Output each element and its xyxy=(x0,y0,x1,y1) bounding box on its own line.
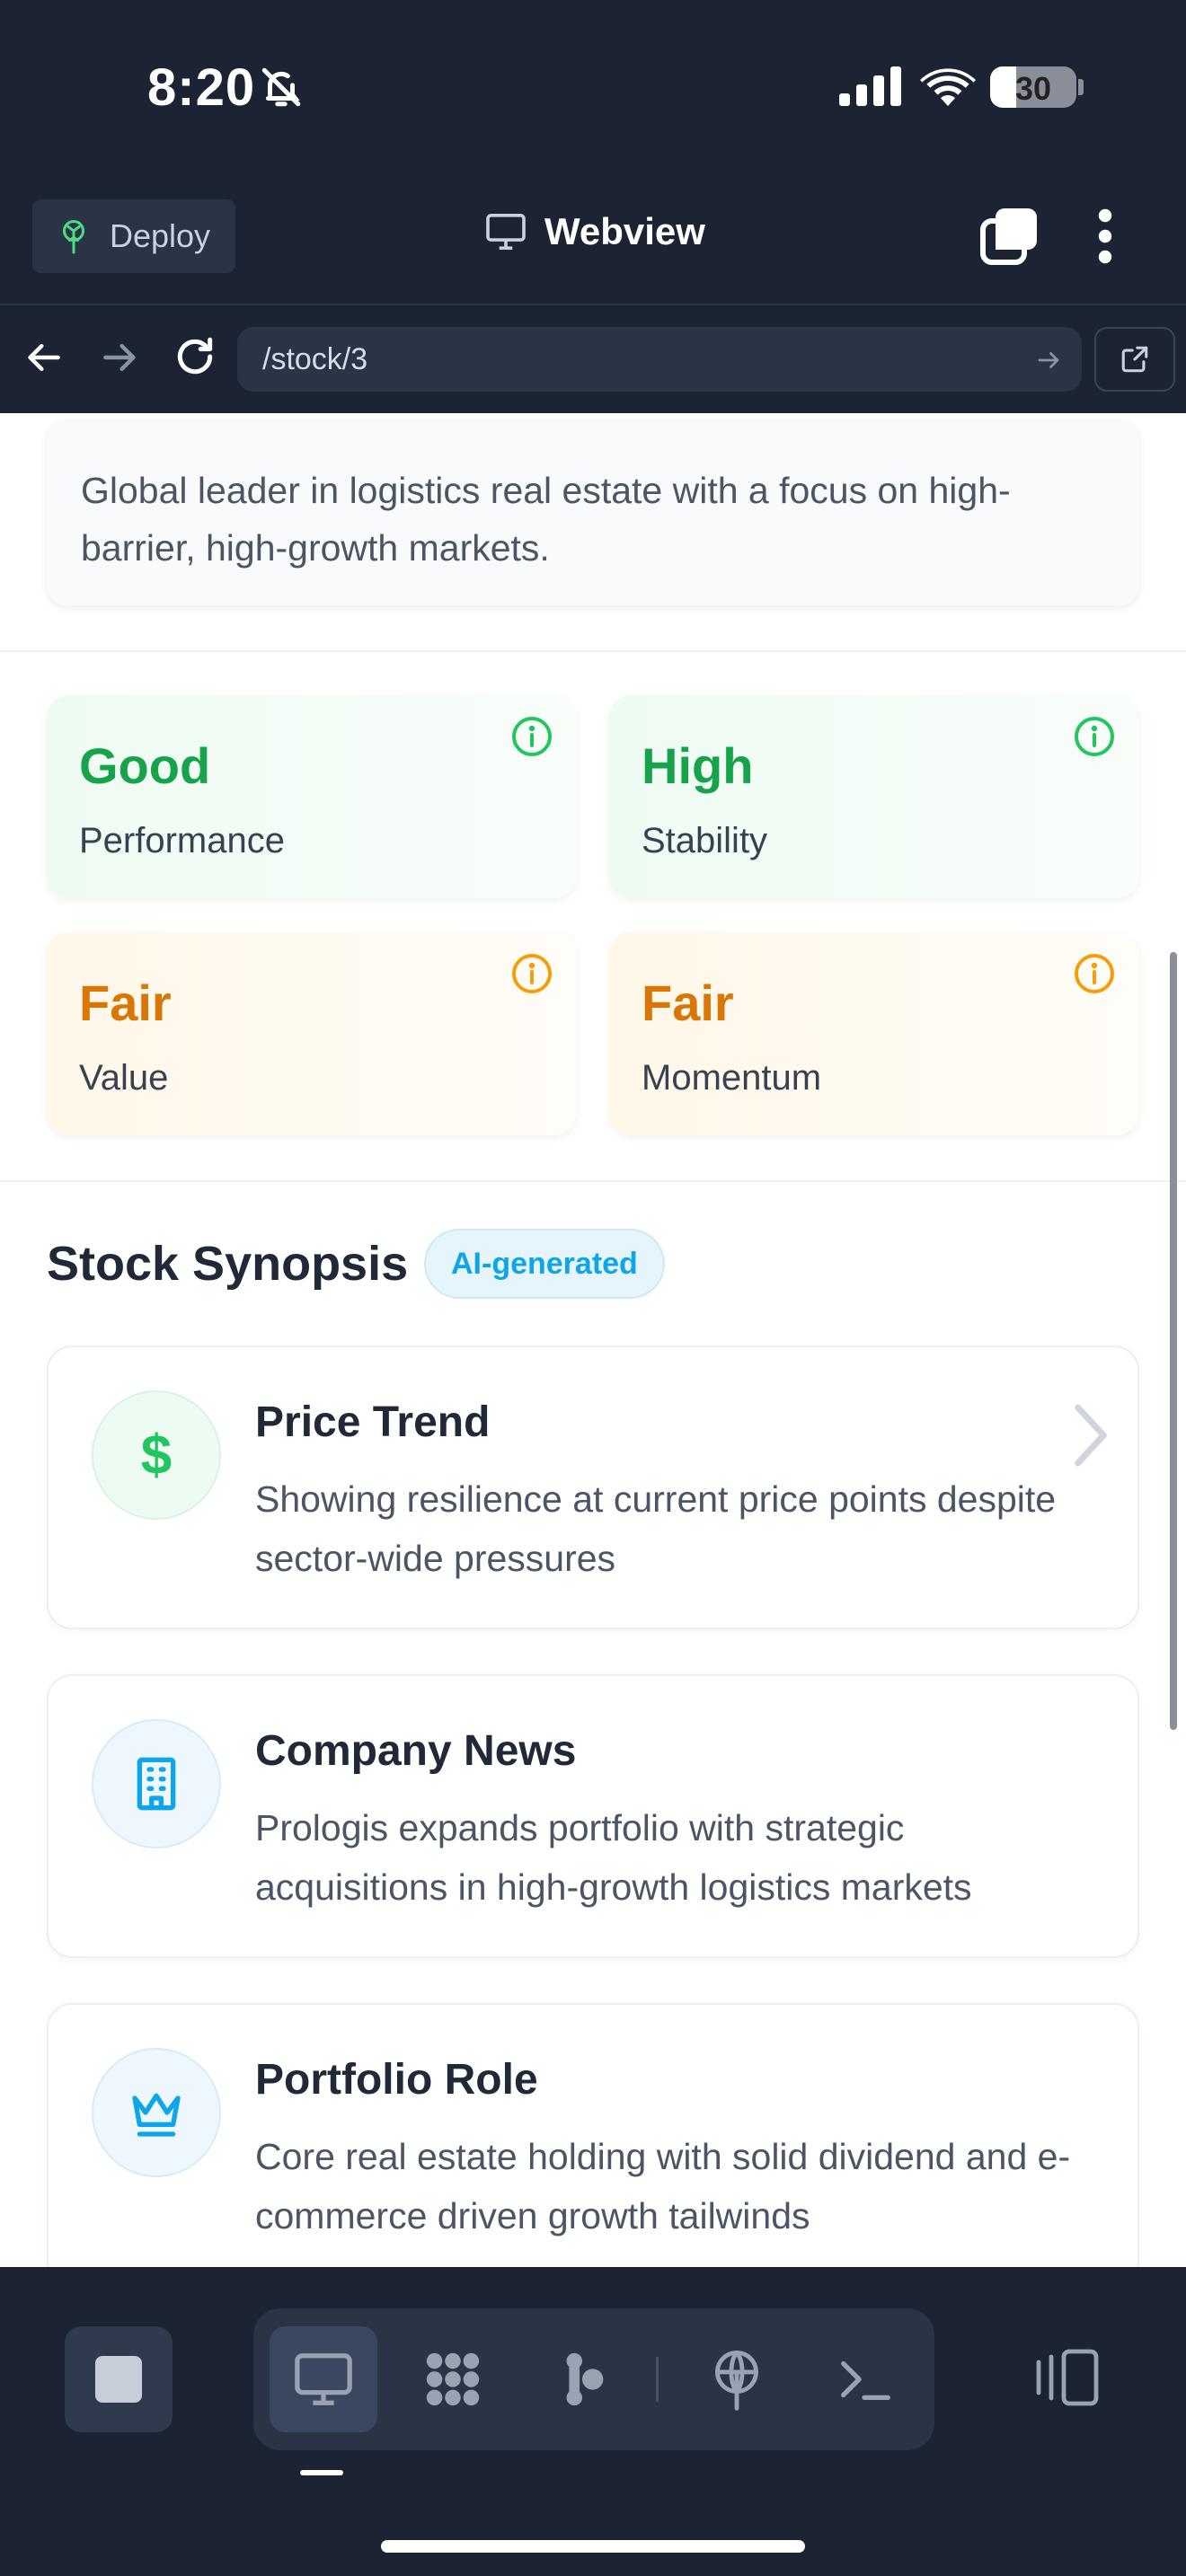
synopsis-card-portfolio-role[interactable]: Portfolio Role Core real estate holding … xyxy=(47,2003,1139,2267)
synopsis-card-text: Prologis expands portfolio with strategi… xyxy=(255,1807,972,1908)
toolbar-separator xyxy=(656,2357,659,2402)
company-description-card: Global leader in logistics real estate w… xyxy=(47,420,1139,605)
metric-card-momentum[interactable]: Fair Momentum xyxy=(609,932,1139,1135)
apps-tool-button[interactable] xyxy=(399,2326,507,2432)
info-icon[interactable] xyxy=(510,715,553,758)
chevron-right-icon[interactable] xyxy=(1069,1401,1112,1469)
stop-icon xyxy=(95,2356,142,2403)
building-icon xyxy=(92,1719,221,1848)
deploy-button[interactable]: Deploy xyxy=(32,199,235,273)
synopsis-card-text: Showing resilience at current price poin… xyxy=(255,1478,1057,1579)
ai-generated-badge: AI-generated xyxy=(424,1229,665,1299)
home-indicator[interactable] xyxy=(381,2540,805,2553)
metric-value: Fair xyxy=(642,975,734,1031)
metric-label: Performance xyxy=(79,821,285,860)
crown-icon xyxy=(92,2048,221,2177)
deploy-icon xyxy=(63,220,84,254)
deploy-icon xyxy=(715,2350,758,2411)
dollar-icon: $ xyxy=(92,1390,221,1520)
section-divider xyxy=(0,1180,1186,1182)
synopsis-card-title: Company News xyxy=(255,1727,577,1775)
webview-content: Global leader in logistics real estate w… xyxy=(0,413,1186,2267)
info-icon[interactable] xyxy=(1073,715,1116,758)
reload-icon[interactable] xyxy=(173,334,217,379)
monitor-icon xyxy=(486,214,526,250)
bottom-toolbar xyxy=(0,2267,1186,2576)
back-arrow-icon[interactable] xyxy=(25,338,65,377)
section-divider xyxy=(0,650,1186,652)
metric-label: Momentum xyxy=(642,1058,822,1098)
agent-icon xyxy=(566,2352,604,2406)
webview-tool-button[interactable] xyxy=(270,2326,377,2432)
synopsis-card-text: Core real estate holding with solid divi… xyxy=(255,2136,1071,2236)
webview-title-label: Webview xyxy=(544,210,705,252)
info-icon[interactable] xyxy=(1073,952,1116,995)
synopsis-card-company-news[interactable]: Company News Prologis expands portfolio … xyxy=(47,1674,1139,1958)
webview-title[interactable]: Webview xyxy=(485,210,705,253)
url-toolbar: /stock/3 xyxy=(0,305,1186,413)
battery-indicator: 30 xyxy=(990,66,1076,108)
external-link-icon xyxy=(1121,346,1148,373)
open-external-button[interactable] xyxy=(1094,327,1175,392)
go-arrow-icon[interactable] xyxy=(1035,347,1062,374)
url-path: /stock/3 xyxy=(262,341,368,376)
signal-icon xyxy=(839,66,901,106)
status-bar: 8:20 30 xyxy=(0,0,1186,180)
info-icon[interactable] xyxy=(510,952,553,995)
battery-cap xyxy=(1078,79,1084,95)
more-options-icon[interactable] xyxy=(1087,207,1123,266)
synopsis-card-title: Price Trend xyxy=(255,1398,491,1446)
synopsis-card-price-trend[interactable]: $ Price Trend Showing resilience at curr… xyxy=(47,1345,1139,1629)
metric-value: High xyxy=(642,737,754,794)
metric-card-performance[interactable]: Good Performance xyxy=(47,695,577,898)
metric-label: Value xyxy=(79,1058,169,1098)
synopsis-heading: Stock Synopsis xyxy=(47,1237,409,1291)
active-tab-indicator xyxy=(300,2470,343,2475)
deploy-tool-button[interactable] xyxy=(683,2326,791,2432)
agent-tool-button[interactable] xyxy=(528,2326,636,2432)
tabs-icon[interactable] xyxy=(979,207,1039,266)
monitor-icon xyxy=(295,2353,352,2405)
scrollbar-thumb[interactable] xyxy=(1170,952,1177,1730)
status-time: 8:20 xyxy=(147,58,256,117)
wifi-icon xyxy=(920,68,976,106)
metric-card-stability[interactable]: High Stability xyxy=(609,695,1139,898)
stop-button[interactable] xyxy=(65,2326,173,2432)
synopsis-card-title: Portfolio Role xyxy=(255,2056,538,2104)
metric-label: Stability xyxy=(642,821,768,860)
deploy-label: Deploy xyxy=(110,217,211,254)
url-input[interactable]: /stock/3 xyxy=(237,327,1082,392)
tool-switcher xyxy=(253,2308,934,2450)
split-panel-icon[interactable] xyxy=(1033,2346,1102,2409)
company-description: Global leader in logistics real estate w… xyxy=(81,470,1011,569)
grid-dots-icon xyxy=(426,2352,480,2406)
shell-tool-button[interactable] xyxy=(810,2326,918,2432)
bell-muted-icon xyxy=(261,67,301,107)
metric-value: Fair xyxy=(79,975,172,1031)
terminal-icon xyxy=(841,2360,890,2401)
battery-level: 30 xyxy=(1014,70,1052,107)
metric-card-value[interactable]: Fair Value xyxy=(47,932,577,1135)
forward-arrow-icon[interactable] xyxy=(99,338,138,377)
app-header: Deploy Webview xyxy=(0,180,1186,305)
metric-value: Good xyxy=(79,737,211,794)
